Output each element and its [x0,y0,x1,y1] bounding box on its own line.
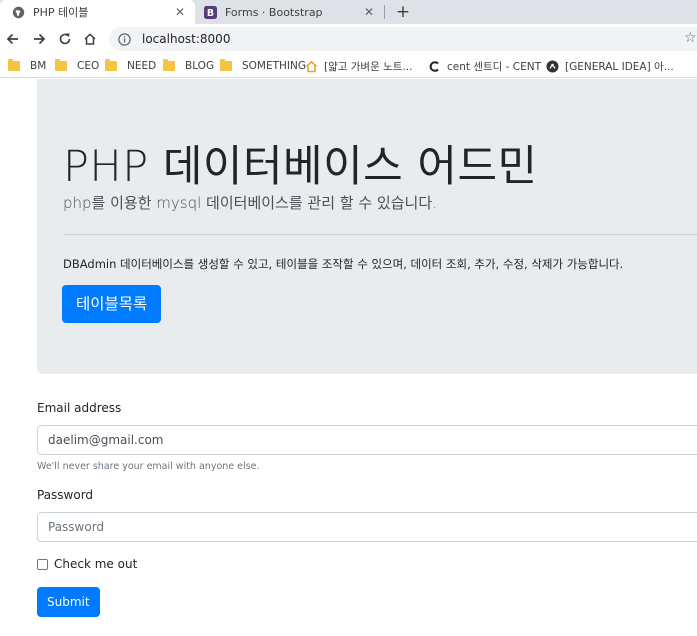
bookmark-notebook[interactable]: [얇고 가벼운 노트... [305,57,412,75]
address-url: localhost:8000 [142,32,231,46]
table-list-button[interactable]: 테이블목록 [62,285,162,323]
bookmark-star-icon[interactable]: ☆ [684,30,697,46]
site-info-icon[interactable] [117,32,131,46]
bookmark-label: BM [30,60,47,72]
home-icon [84,33,96,45]
description-text: DBAdmin 데이터베이스를 생성할 수 있고, 테이블을 조작할 수 있으며… [63,257,624,271]
jumbotron: PHP 데이터베이스 어드민 php를 이용한 mysql 데이터베이스를 관리… [37,79,697,374]
page-title: PHP 데이터베이스 어드민 [63,142,538,192]
forward-button[interactable] [29,29,49,49]
forward-arrow-icon [34,33,46,45]
reload-button[interactable] [55,29,75,49]
browser-tab-bar: PHP 테이블 ✕ B Forms · Bootstrap ✕ + [0,0,697,24]
password-field[interactable] [37,512,697,542]
back-arrow-icon [6,33,18,45]
reload-icon [59,33,71,45]
check-me-out[interactable]: Check me out [37,557,137,571]
password-label: Password [37,488,94,502]
folder-icon [220,59,232,71]
bookmark-label: NEED [127,60,157,72]
cent-icon [428,60,441,73]
general-idea-icon [546,60,559,73]
browser-toolbar: localhost:8000 ☆ [0,24,697,54]
svg-text:B: B [207,8,214,19]
home-icon [305,60,318,73]
tab-title: Forms · Bootstrap [225,5,323,19]
bookmark-label: cent 센트디 - CENT [447,60,542,73]
email-label: Email address [37,401,122,415]
address-bar[interactable]: localhost:8000 [109,27,697,51]
bookmark-need[interactable]: NEED [105,57,156,75]
bookmark-ceo[interactable]: CEO [55,57,99,75]
tab-separator [384,5,385,19]
bookmark-bm[interactable]: BM [8,57,46,75]
folder-icon [105,59,117,71]
submit-button[interactable]: Submit [37,587,100,617]
bookmark-label: BLOG [185,60,215,72]
bookmark-label: [얇고 가벼운 노트... [324,60,413,73]
tab-php-table[interactable]: PHP 테이블 ✕ [0,0,195,24]
checkbox[interactable] [37,558,48,570]
bookmark-cent[interactable]: cent 센트디 - CENT [428,57,541,75]
new-tab-button[interactable]: + [393,2,413,22]
folder-icon [163,59,175,71]
email-field[interactable] [37,425,697,455]
tab-title: PHP 테이블 [33,6,89,19]
bookmark-label: [GENERAL IDEA] 아... [565,60,674,73]
globe-icon [12,6,25,19]
lead-text: php를 이용한 mysql 데이터베이스를 관리 할 수 있습니다. [63,194,437,212]
bookmark-blog[interactable]: BLOG [163,57,214,75]
email-help-text: We'll never share your email with anyone… [37,461,260,472]
check-label: Check me out [54,557,138,571]
back-button[interactable] [3,29,23,49]
page-viewport: PHP 데이터베이스 어드민 php를 이용한 mysql 데이터베이스를 관리… [0,79,697,636]
bookmarks-bar: BM CEO NEED BLOG SOMETHING [얇고 가벼운 노트...… [0,54,697,78]
bookmark-label: CEO [77,60,100,72]
bookmark-label: SOMETHING [242,60,307,72]
divider [63,234,697,235]
bootstrap-icon: B [204,5,217,19]
home-button[interactable] [80,29,100,49]
tab-close-icon[interactable]: ✕ [362,5,376,19]
bookmark-something[interactable]: SOMETHING [220,57,306,75]
folder-icon [8,59,20,71]
tab-forms-bootstrap[interactable]: B Forms · Bootstrap ✕ [192,0,384,24]
bookmark-general-idea[interactable]: [GENERAL IDEA] 아... [546,57,674,75]
tab-close-icon[interactable]: ✕ [173,5,187,19]
folder-icon [55,59,67,71]
